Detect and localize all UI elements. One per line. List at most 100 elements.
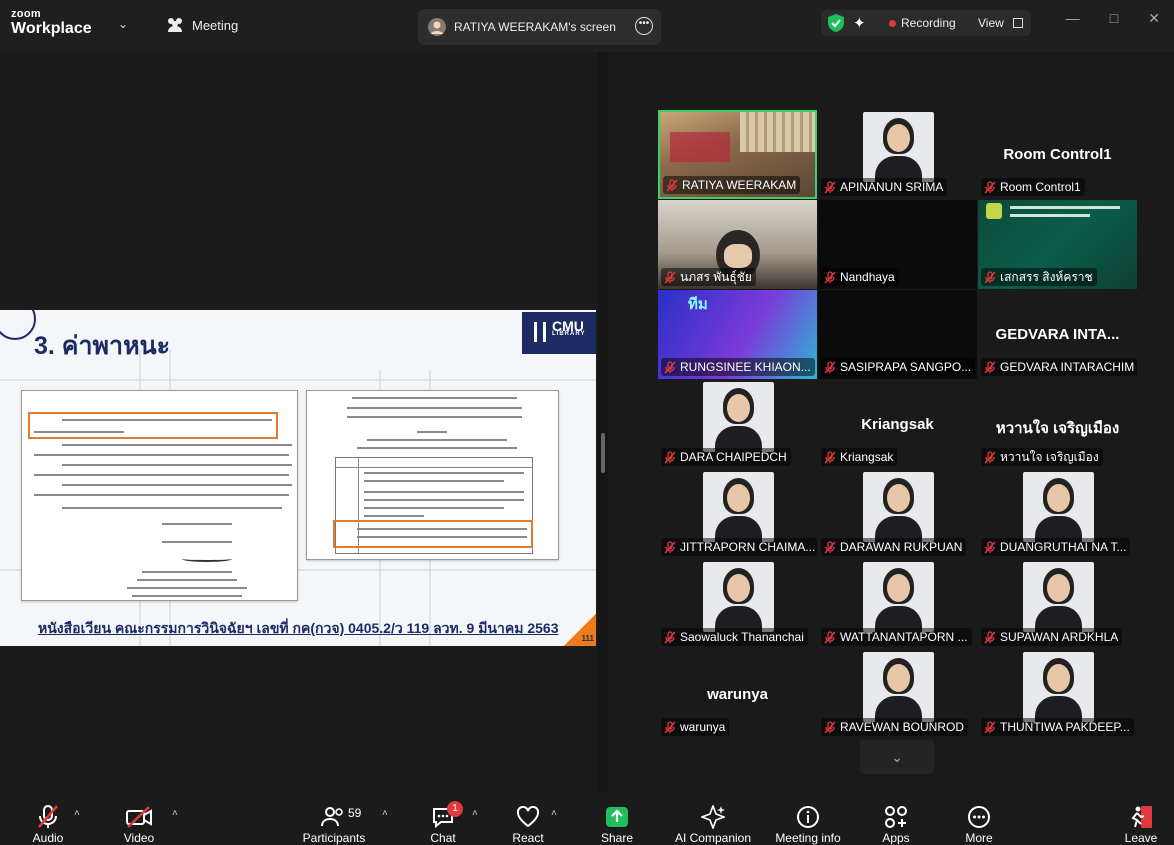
react-label: React <box>512 831 544 845</box>
logo-subtext: LIBRARY <box>552 331 586 338</box>
react-button[interactable]: React <box>506 792 550 845</box>
participant-name: GEDVARA INTARACHIM <box>981 358 1137 376</box>
participant-name: DARA CHAIPEDCH <box>661 448 791 466</box>
participant-display-name: หวานใจ เจริญเมือง <box>995 420 1120 437</box>
participant-tile[interactable]: RAVEWAN BOUNROD <box>818 650 977 739</box>
participant-name: หวานใจ เจริญเมือง <box>981 448 1103 466</box>
video-button[interactable]: Video <box>112 792 166 845</box>
slide-footer: หนังสือเวียน คณะกรรมการวินิจฉัยฯ เลขที่ … <box>38 620 559 636</box>
participant-tile[interactable]: WATTANANTAPORN ... <box>818 560 977 649</box>
more-icon <box>968 806 990 828</box>
meeting-label: Meeting <box>192 17 239 33</box>
participants-caret-icon[interactable]: ˄ <box>382 808 388 819</box>
participant-tile[interactable]: warunya warunya <box>658 650 817 739</box>
video-off-icon <box>126 806 152 828</box>
ai-companion-button[interactable]: AI Companion <box>672 792 754 845</box>
participants-icon <box>321 807 343 827</box>
share-button[interactable]: Share <box>594 792 640 845</box>
participant-tile[interactable]: DARAWAN RUKPUAN <box>818 470 977 559</box>
leave-label: Leave <box>1124 831 1158 845</box>
logo-brand: zoom <box>11 8 41 20</box>
muted-mic-icon <box>824 630 836 644</box>
audio-button[interactable]: Audio <box>22 792 74 845</box>
participant-tile[interactable]: THUNTIWA PAKDEEP... <box>978 650 1137 739</box>
avatar <box>1023 562 1094 632</box>
avatar <box>428 18 446 36</box>
highlight-box <box>28 412 278 439</box>
participant-tile[interactable]: Nandhaya <box>818 200 977 289</box>
shield-icon[interactable] <box>827 13 845 33</box>
participant-name-text: หวานใจ เจริญเมือง <box>1000 450 1099 464</box>
grid-view-icon[interactable] <box>1013 18 1023 28</box>
minimize-icon[interactable]: — <box>1066 10 1080 27</box>
muted-mic-icon <box>984 720 996 734</box>
participant-tile[interactable]: Kriangsak Kriangsak <box>818 380 977 469</box>
muted-mic-icon <box>984 630 996 644</box>
video-label: Video <box>123 831 155 845</box>
apps-icon <box>885 806 907 828</box>
meeting-info-button[interactable]: Meeting info <box>770 792 846 845</box>
maximize-icon[interactable]: □ <box>1110 10 1118 27</box>
muted-mic-icon <box>664 630 676 644</box>
participant-tile[interactable]: SUPAWAN ARDKHLA <box>978 560 1137 649</box>
shared-screen-stage[interactable]: 3. ค่าพาหนะ CMU LIBRARY หนังสือเวียน คณะ… <box>0 52 598 792</box>
apps-button[interactable]: Apps <box>876 792 916 845</box>
chat-caret-icon[interactable]: ˄ <box>472 808 478 819</box>
more-options-icon[interactable]: ••• <box>635 17 653 35</box>
participant-tile[interactable]: ทีม RUNGSINEE KHIAON... <box>658 290 817 379</box>
participant-name: Saowaluck Thananchai <box>661 628 808 646</box>
participant-tile[interactable]: APINANUN SRIMA <box>818 110 977 199</box>
participants-button[interactable]: 59 Participants <box>298 792 370 845</box>
participant-tile[interactable]: GEDVARA INTA... GEDVARA INTARACHIM <box>978 290 1137 379</box>
participant-name-text: นภสร พันธุ์ชัย <box>680 270 752 284</box>
participant-tile[interactable]: นภสร พันธุ์ชัย <box>658 200 817 289</box>
participant-name-text: JITTRAPORN CHAIMA... <box>680 540 816 554</box>
participants-label: Participants <box>302 831 366 845</box>
participant-gallery: RATIYA WEERAKAM APINANUN SRIMA Room Contro… <box>608 52 1174 792</box>
presentation-slide: 3. ค่าพาหนะ CMU LIBRARY หนังสือเวียน คณะ… <box>0 310 596 646</box>
audio-options-caret-icon[interactable]: ˄ <box>74 808 80 819</box>
shared-screen-tab[interactable]: RATIYA WEERAKAM's screen ••• <box>418 9 661 45</box>
scroll-down-button[interactable]: ⌄ <box>860 740 934 774</box>
avatar <box>703 562 774 632</box>
participant-tile[interactable]: Saowaluck Thananchai <box>658 560 817 649</box>
participant-count: 59 <box>348 806 362 820</box>
participant-tile[interactable]: DUANGRUTHAI NA T... <box>978 470 1137 559</box>
participant-name-text: SASIPRAPA SANGPO... <box>840 360 972 374</box>
muted-mic-icon <box>664 450 676 464</box>
close-icon[interactable]: ✕ <box>1148 10 1160 27</box>
react-caret-icon[interactable]: ˄ <box>551 808 557 819</box>
participant-name: RATIYA WEERAKAM <box>663 176 801 194</box>
meeting-button[interactable]: Meeting <box>166 17 238 33</box>
avatar <box>863 472 934 542</box>
ai-sparkle-icon[interactable]: ✦ <box>853 14 866 32</box>
participant-tile[interactable]: SASIPRAPA SANGPO... <box>818 290 977 379</box>
muted-mic-icon <box>664 270 676 284</box>
chevron-down-icon[interactable]: ⌄ <box>118 17 128 31</box>
more-button[interactable]: More <box>958 792 1000 845</box>
audio-label: Audio <box>32 831 64 845</box>
participant-tile[interactable]: เสกสรร สิงห์คราช <box>978 200 1137 289</box>
participant-tile[interactable]: JITTRAPORN CHAIMA... <box>658 470 817 559</box>
chat-button[interactable]: 1 Chat <box>420 792 466 845</box>
participant-name-text: RATIYA WEERAKAM <box>682 178 797 192</box>
participant-tile[interactable]: RATIYA WEERAKAM <box>658 110 817 199</box>
participant-name-text: warunya <box>680 720 726 734</box>
participant-name-text: Nandhaya <box>840 270 895 284</box>
divider-handle[interactable] <box>601 433 605 473</box>
participant-name: DUANGRUTHAI NA T... <box>981 538 1131 556</box>
split-divider[interactable] <box>598 52 608 792</box>
recording-label[interactable]: Recording <box>901 16 956 30</box>
participant-name-text: APINANUN SRIMA <box>840 180 944 194</box>
participant-tile[interactable]: DARA CHAIPEDCH <box>658 380 817 469</box>
participant-name: RAVEWAN BOUNROD <box>821 718 969 736</box>
status-pill: ✦ Recording View <box>821 10 1031 36</box>
participant-tile[interactable]: หวานใจ เจริญเมือง หวานใจ เจริญเมือง <box>978 380 1137 469</box>
muted-mic-icon <box>984 540 996 554</box>
participant-name-text: DARA CHAIPEDCH <box>680 450 787 464</box>
participant-tile[interactable]: Room Control1 Room Control1 <box>978 110 1137 199</box>
video-options-caret-icon[interactable]: ˄ <box>172 808 178 819</box>
leave-button[interactable]: Leave <box>1120 792 1162 845</box>
participant-name: WATTANANTAPORN ... <box>821 628 972 646</box>
view-button[interactable]: View <box>978 16 1004 30</box>
